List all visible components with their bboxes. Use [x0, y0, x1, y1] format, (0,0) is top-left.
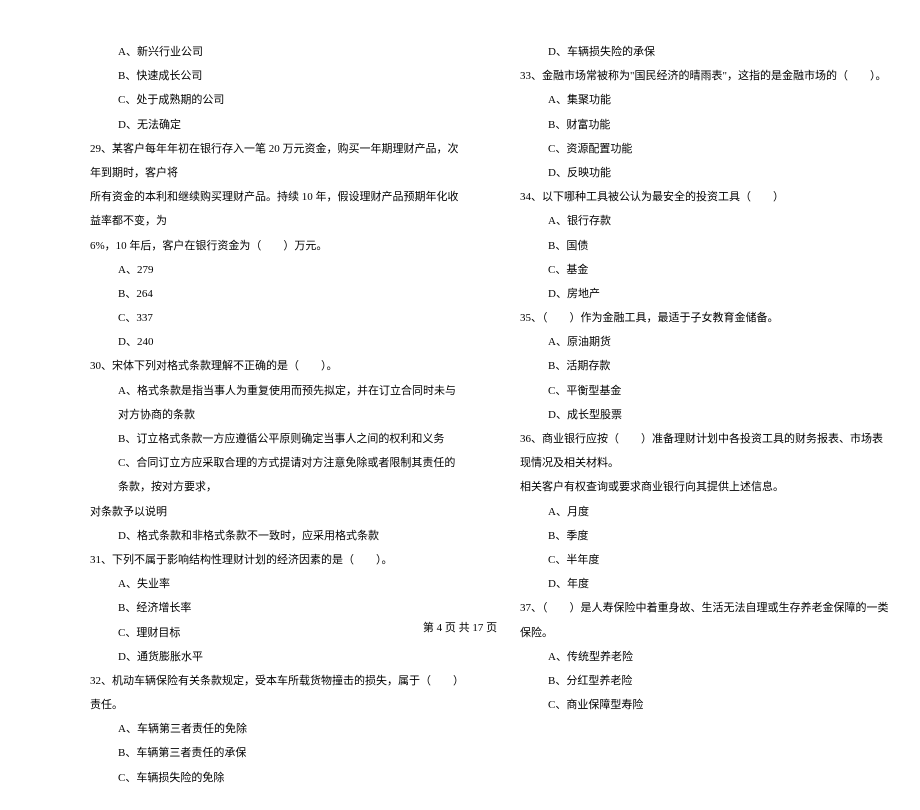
question-32: 32、机动车辆保险有关条款规定，受本车所载货物撞击的损失，属于（ ）责任。 [90, 669, 460, 717]
left-column: A、新兴行业公司 B、快速成长公司 C、处于成熟期的公司 D、无法确定 29、某… [90, 40, 460, 790]
option: B、264 [90, 282, 460, 306]
option: C、车辆损失险的免除 [90, 766, 460, 790]
option: B、车辆第三者责任的承保 [90, 741, 460, 765]
question-33: 33、金融市场常被称为"国民经济的晴雨表"，这指的是金融市场的（ ）。 [520, 64, 890, 88]
option: A、原油期货 [520, 330, 890, 354]
option: D、无法确定 [90, 113, 460, 137]
option: B、财富功能 [520, 113, 890, 137]
option: A、车辆第三者责任的免除 [90, 717, 460, 741]
option: A、集聚功能 [520, 88, 890, 112]
option: C、资源配置功能 [520, 137, 890, 161]
question-29-cont: 所有资金的本利和继续购买理财产品。持续 10 年，假设理财产品预期年化收益率都不… [90, 185, 460, 233]
question-36-cont: 相关客户有权查询或要求商业银行向其提供上述信息。 [520, 475, 890, 499]
option: B、季度 [520, 524, 890, 548]
question-30: 30、宋体下列对格式条款理解不正确的是（ ）。 [90, 354, 460, 378]
option-cont: 对条款予以说明 [90, 500, 460, 524]
option: B、订立格式条款一方应遵循公平原则确定当事人之间的权利和义务 [90, 427, 460, 451]
question-31: 31、下列不属于影响结构性理财计划的经济因素的是（ ）。 [90, 548, 460, 572]
option: A、月度 [520, 500, 890, 524]
option: D、240 [90, 330, 460, 354]
option: C、基金 [520, 258, 890, 282]
question-29: 29、某客户每年年初在银行存入一笔 20 万元资金，购买一年期理财产品，次年到期… [90, 137, 460, 185]
option: D、通货膨胀水平 [90, 645, 460, 669]
option: D、年度 [520, 572, 890, 596]
option: B、国债 [520, 234, 890, 258]
option: D、车辆损失险的承保 [520, 40, 890, 64]
option: C、平衡型基金 [520, 379, 890, 403]
document-page: A、新兴行业公司 B、快速成长公司 C、处于成熟期的公司 D、无法确定 29、某… [0, 0, 920, 810]
option: C、商业保障型寿险 [520, 693, 890, 717]
option: A、279 [90, 258, 460, 282]
option: B、活期存款 [520, 354, 890, 378]
option: D、房地产 [520, 282, 890, 306]
option: C、合同订立方应采取合理的方式提请对方注意免除或者限制其责任的条款，按对方要求， [90, 451, 460, 499]
option: C、处于成熟期的公司 [90, 88, 460, 112]
option: D、成长型股票 [520, 403, 890, 427]
option: D、格式条款和非格式条款不一致时，应采用格式条款 [90, 524, 460, 548]
option: C、半年度 [520, 548, 890, 572]
option: D、反映功能 [520, 161, 890, 185]
question-36: 36、商业银行应按（ ）准备理财计划中各投资工具的财务报表、市场表现情况及相关材… [520, 427, 890, 475]
option: A、格式条款是指当事人为重复使用而预先拟定，并在订立合同时未与对方协商的条款 [90, 379, 460, 427]
option: B、分红型养老险 [520, 669, 890, 693]
option: A、新兴行业公司 [90, 40, 460, 64]
option: A、银行存款 [520, 209, 890, 233]
question-29-cont: 6%，10 年后，客户在银行资金为（ ）万元。 [90, 234, 460, 258]
option: C、337 [90, 306, 460, 330]
option: B、经济增长率 [90, 596, 460, 620]
question-34: 34、以下哪种工具被公认为最安全的投资工具（ ） [520, 185, 890, 209]
right-column: D、车辆损失险的承保 33、金融市场常被称为"国民经济的晴雨表"，这指的是金融市… [520, 40, 890, 790]
page-footer: 第 4 页 共 17 页 [0, 619, 920, 635]
question-35: 35、（ ）作为金融工具，最适于子女教育金储备。 [520, 306, 890, 330]
option: A、失业率 [90, 572, 460, 596]
option: B、快速成长公司 [90, 64, 460, 88]
option: A、传统型养老险 [520, 645, 890, 669]
